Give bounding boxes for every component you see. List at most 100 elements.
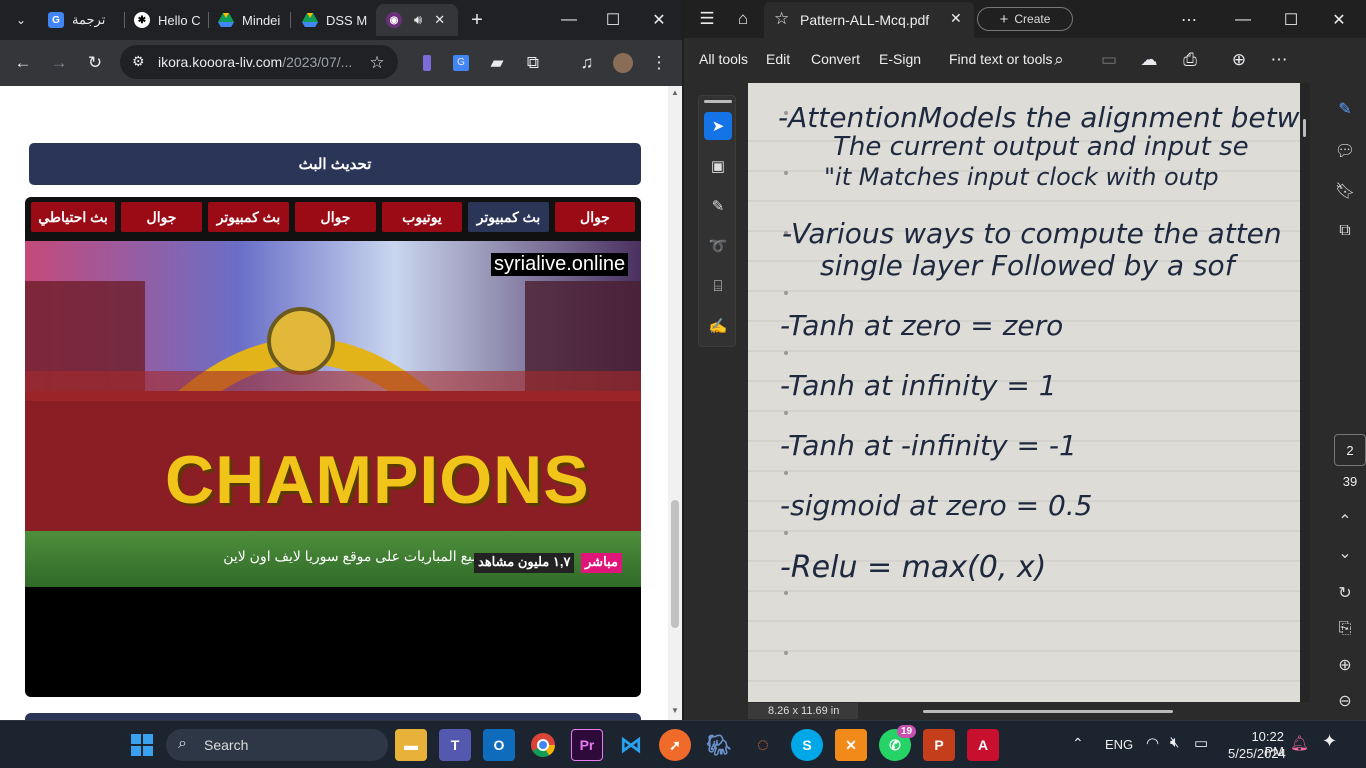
teams-icon[interactable]: T: [439, 729, 471, 761]
stream-button-mobile-3[interactable]: جوال: [121, 202, 202, 232]
document-tab[interactable]: ☆ Pattern-ALL-Mcq.pdf ✕: [764, 2, 974, 38]
minimize-icon[interactable]: —: [546, 0, 592, 40]
file-explorer-icon[interactable]: ▬: [395, 729, 427, 761]
add-comment-icon[interactable]: ▣: [704, 152, 732, 180]
panel-handle[interactable]: [704, 100, 732, 103]
create-button[interactable]: + Create: [977, 7, 1073, 31]
video-player[interactable]: syrialive.online CHAMPIONS جميع المباريا…: [25, 241, 641, 587]
postman-icon[interactable]: ➚: [659, 729, 691, 761]
tab-drive-1[interactable]: Mindei: [210, 4, 288, 36]
stream-button-backup[interactable]: بث احتياطي: [31, 202, 115, 232]
rotate-icon[interactable]: ↻: [1330, 578, 1360, 608]
forward-icon[interactable]: →: [44, 48, 74, 78]
refresh-stream-button[interactable]: تحديث البث: [29, 143, 641, 185]
comments-icon[interactable]: 💬︎: [1330, 136, 1360, 166]
jupyter-icon[interactable]: ◌: [747, 729, 779, 761]
close-tab-icon[interactable]: ✕: [434, 12, 445, 28]
extensions-puzzle-icon[interactable]: ⧉: [518, 48, 548, 78]
highlight-pen-icon[interactable]: ✎: [704, 192, 732, 220]
page-display-icon[interactable]: ⎘: [1330, 614, 1360, 644]
save-icon[interactable]: ▭: [1094, 45, 1124, 75]
text-recognition-icon[interactable]: ⌸: [704, 272, 732, 300]
chrome-icon[interactable]: [527, 729, 559, 761]
stream-button-mobile-2[interactable]: جوال: [295, 202, 376, 232]
stream-button-youtube[interactable]: يوتيوب: [382, 202, 462, 232]
search-icon[interactable]: ⌕: [1044, 45, 1074, 75]
profile-avatar[interactable]: [608, 48, 638, 78]
tab-translate[interactable]: G ترجمة: [40, 4, 120, 36]
extension-icon[interactable]: ▰: [482, 48, 512, 78]
menu-esign[interactable]: E-Sign: [879, 51, 921, 67]
minimize-icon[interactable]: —: [1220, 0, 1266, 40]
media-controls-icon[interactable]: ♫: [572, 48, 602, 78]
bookmark-star-icon[interactable]: ☆: [362, 48, 392, 78]
scroll-up-icon[interactable]: ▲: [671, 88, 679, 97]
volume-muted-icon[interactable]: 🔇︎: [1170, 734, 1179, 751]
more-tools-icon[interactable]: ⋯: [1264, 45, 1294, 75]
address-bar[interactable]: ⚙ ikora.kooora-liv.com/2023/07/...: [120, 45, 398, 79]
close-tab-icon[interactable]: ✕: [950, 10, 962, 27]
find-text-tools[interactable]: Find text or tools: [949, 51, 1053, 67]
hamburger-menu-icon[interactable]: ☰: [692, 4, 722, 34]
tab-drive-2[interactable]: DSS M: [294, 4, 372, 36]
stream-button-pc-1[interactable]: بث كمبيوتر: [468, 202, 549, 232]
xampp-icon[interactable]: ✕: [835, 729, 867, 761]
tab-search-icon[interactable]: ⌄: [6, 5, 36, 35]
audio-playing-icon[interactable]: 🔊︎: [414, 12, 422, 28]
site-info-icon[interactable]: ⚙: [132, 53, 145, 70]
current-page-box[interactable]: 2: [1334, 434, 1366, 466]
menu-all-tools[interactable]: All tools: [699, 51, 748, 67]
pdf-scroll-thumb[interactable]: [1303, 119, 1306, 137]
star-icon[interactable]: ☆: [774, 9, 789, 29]
pdf-horizontal-scrollbar[interactable]: [923, 710, 1173, 713]
zoom-in-icon[interactable]: ⊕: [1330, 650, 1360, 680]
taskbar-search[interactable]: ⌕ Search: [166, 729, 388, 761]
chrome-menu-icon[interactable]: ⋮: [644, 48, 674, 78]
freehand-draw-icon[interactable]: ➰: [704, 232, 732, 260]
new-tab-icon[interactable]: +: [462, 5, 492, 35]
premiere-pro-icon[interactable]: Pr: [571, 729, 603, 761]
pages-icon[interactable]: ⧉: [1330, 216, 1360, 246]
wifi-icon[interactable]: ◠: [1146, 734, 1159, 752]
tab-active-stream[interactable]: ◉ 🔊︎ ✕: [376, 4, 458, 36]
powerpoint-icon[interactable]: P: [923, 729, 955, 761]
whatsapp-icon[interactable]: ✆ 19: [879, 725, 917, 761]
google-translate-extension-icon[interactable]: G: [446, 48, 476, 78]
extension-pin-icon[interactable]: [412, 48, 442, 78]
bookmarks-icon[interactable]: 🔖︎: [1330, 176, 1360, 206]
show-hidden-icons[interactable]: ⌃: [1072, 735, 1084, 752]
upload-cloud-icon[interactable]: ☁: [1134, 45, 1164, 75]
pdf-page-view[interactable]: -AttentionModels the alignment betw The …: [748, 83, 1300, 702]
edit-pdf-icon[interactable]: ✎: [1330, 94, 1360, 124]
stream-button-pc-2[interactable]: بث كمبيوتر: [208, 202, 289, 232]
notification-bell-icon[interactable]: 🔔︎: [1290, 734, 1309, 752]
more-options-icon[interactable]: ⋯: [1166, 0, 1212, 40]
select-cursor-icon[interactable]: ➤: [704, 112, 732, 140]
pdf-vertical-scrollbar[interactable]: [1300, 83, 1310, 703]
tab-chatgpt[interactable]: ✱ Hello C: [126, 4, 204, 36]
outlook-icon[interactable]: O: [483, 729, 515, 761]
postgresql-icon[interactable]: 🐘︎: [703, 729, 735, 761]
maximize-icon[interactable]: ☐: [590, 0, 636, 40]
menu-edit[interactable]: Edit: [766, 51, 790, 67]
video-player-area[interactable]: [25, 587, 641, 697]
previous-page-icon[interactable]: ⌃: [1330, 506, 1360, 536]
back-icon[interactable]: ←: [8, 48, 38, 78]
share-link-icon[interactable]: ⊕: [1224, 45, 1254, 75]
stream-button-mobile-1[interactable]: جوال: [555, 202, 635, 232]
maximize-icon[interactable]: ☐: [1268, 0, 1314, 40]
language-indicator[interactable]: ENG: [1105, 737, 1133, 752]
battery-icon[interactable]: ▭: [1194, 734, 1208, 752]
print-icon[interactable]: ⎙: [1175, 45, 1205, 75]
fill-sign-icon[interactable]: ✍: [704, 312, 732, 340]
close-window-icon[interactable]: ✕: [636, 0, 682, 40]
vscode-icon[interactable]: ⋈: [615, 729, 647, 761]
reload-icon[interactable]: ↻: [80, 48, 110, 78]
skype-icon[interactable]: S: [791, 729, 823, 761]
windows-start-icon[interactable]: [126, 729, 158, 761]
menu-convert[interactable]: Convert: [811, 51, 860, 67]
zoom-out-icon[interactable]: ⊖: [1330, 686, 1360, 716]
clock-date[interactable]: 5/25/2024: [1228, 746, 1286, 761]
acrobat-icon[interactable]: A: [967, 729, 999, 761]
home-icon[interactable]: ⌂: [728, 4, 758, 34]
